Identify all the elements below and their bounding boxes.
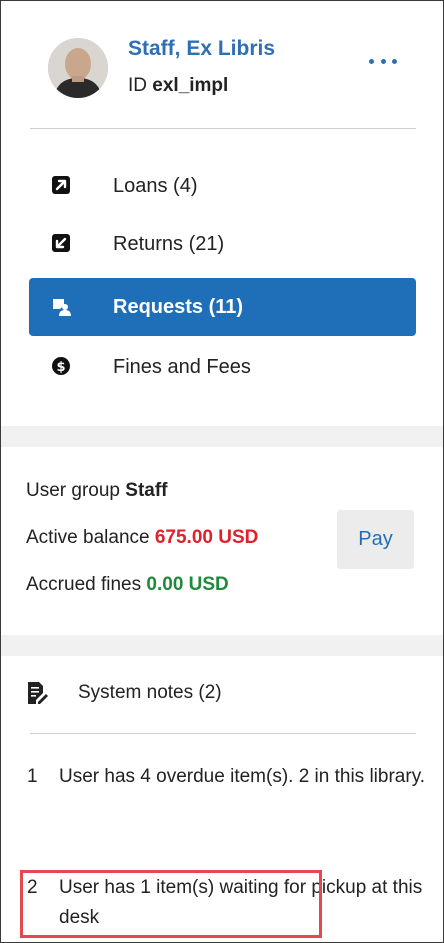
user-header: Staff, Ex Libris ID exl_impl bbox=[1, 1, 443, 111]
section-separator bbox=[1, 426, 443, 447]
system-note-item: 1 User has 4 overdue item(s). 2 in this … bbox=[27, 762, 427, 822]
svg-text:$: $ bbox=[56, 360, 65, 375]
user-id-value: exl_impl bbox=[152, 75, 229, 96]
nav-item-fines[interactable]: $ Fines and Fees bbox=[29, 338, 416, 396]
more-options-icon[interactable] bbox=[369, 53, 397, 69]
note-highlight-box bbox=[20, 870, 322, 938]
nav-label-returns: Returns (21) bbox=[113, 232, 225, 255]
active-balance-line: Active balance 675.00 USD bbox=[26, 527, 258, 549]
accrued-fines-value: 0.00 USD bbox=[146, 574, 229, 595]
nav-item-loans[interactable]: Loans (4) bbox=[29, 157, 416, 215]
notes-edit-icon bbox=[28, 682, 48, 704]
requests-person-icon bbox=[53, 299, 71, 316]
dollar-circle-icon: $ bbox=[52, 357, 70, 375]
user-avatar[interactable] bbox=[48, 38, 108, 98]
system-notes-title: System notes (2) bbox=[78, 682, 222, 703]
user-id: ID exl_impl bbox=[128, 75, 228, 97]
note-text: User has 4 overdue item(s). 2 in this li… bbox=[59, 766, 426, 787]
patron-panel: Staff, Ex Libris ID exl_impl Loans (4) R… bbox=[0, 0, 444, 943]
nav-item-requests[interactable]: Requests (11) bbox=[29, 278, 416, 336]
header-divider bbox=[30, 128, 416, 129]
user-group-line: User group Staff bbox=[26, 480, 168, 502]
nav-label-loans: Loans (4) bbox=[113, 174, 198, 197]
active-balance-value: 675.00 USD bbox=[154, 527, 259, 548]
avatar-photo-icon bbox=[48, 38, 108, 98]
nav-label-fines: Fines and Fees bbox=[113, 355, 251, 378]
user-group-label: User group bbox=[26, 480, 120, 501]
user-id-label: ID bbox=[128, 75, 147, 96]
loan-out-icon bbox=[52, 176, 70, 194]
notes-divider bbox=[30, 733, 416, 734]
nav-label-requests: Requests (11) bbox=[113, 295, 244, 318]
pay-button[interactable]: Pay bbox=[337, 510, 414, 569]
system-notes-header[interactable]: System notes (2) bbox=[26, 678, 426, 708]
user-name-link[interactable]: Staff, Ex Libris bbox=[128, 37, 275, 61]
return-in-icon bbox=[52, 234, 70, 252]
accrued-fines-line: Accrued fines 0.00 USD bbox=[26, 574, 229, 596]
accrued-fines-label: Accrued fines bbox=[26, 574, 142, 595]
nav-item-returns[interactable]: Returns (21) bbox=[29, 215, 416, 273]
active-balance-label: Active balance bbox=[26, 527, 150, 548]
note-number: 1 bbox=[27, 766, 38, 787]
section-separator-2 bbox=[1, 635, 443, 656]
user-group-value: Staff bbox=[125, 480, 168, 501]
